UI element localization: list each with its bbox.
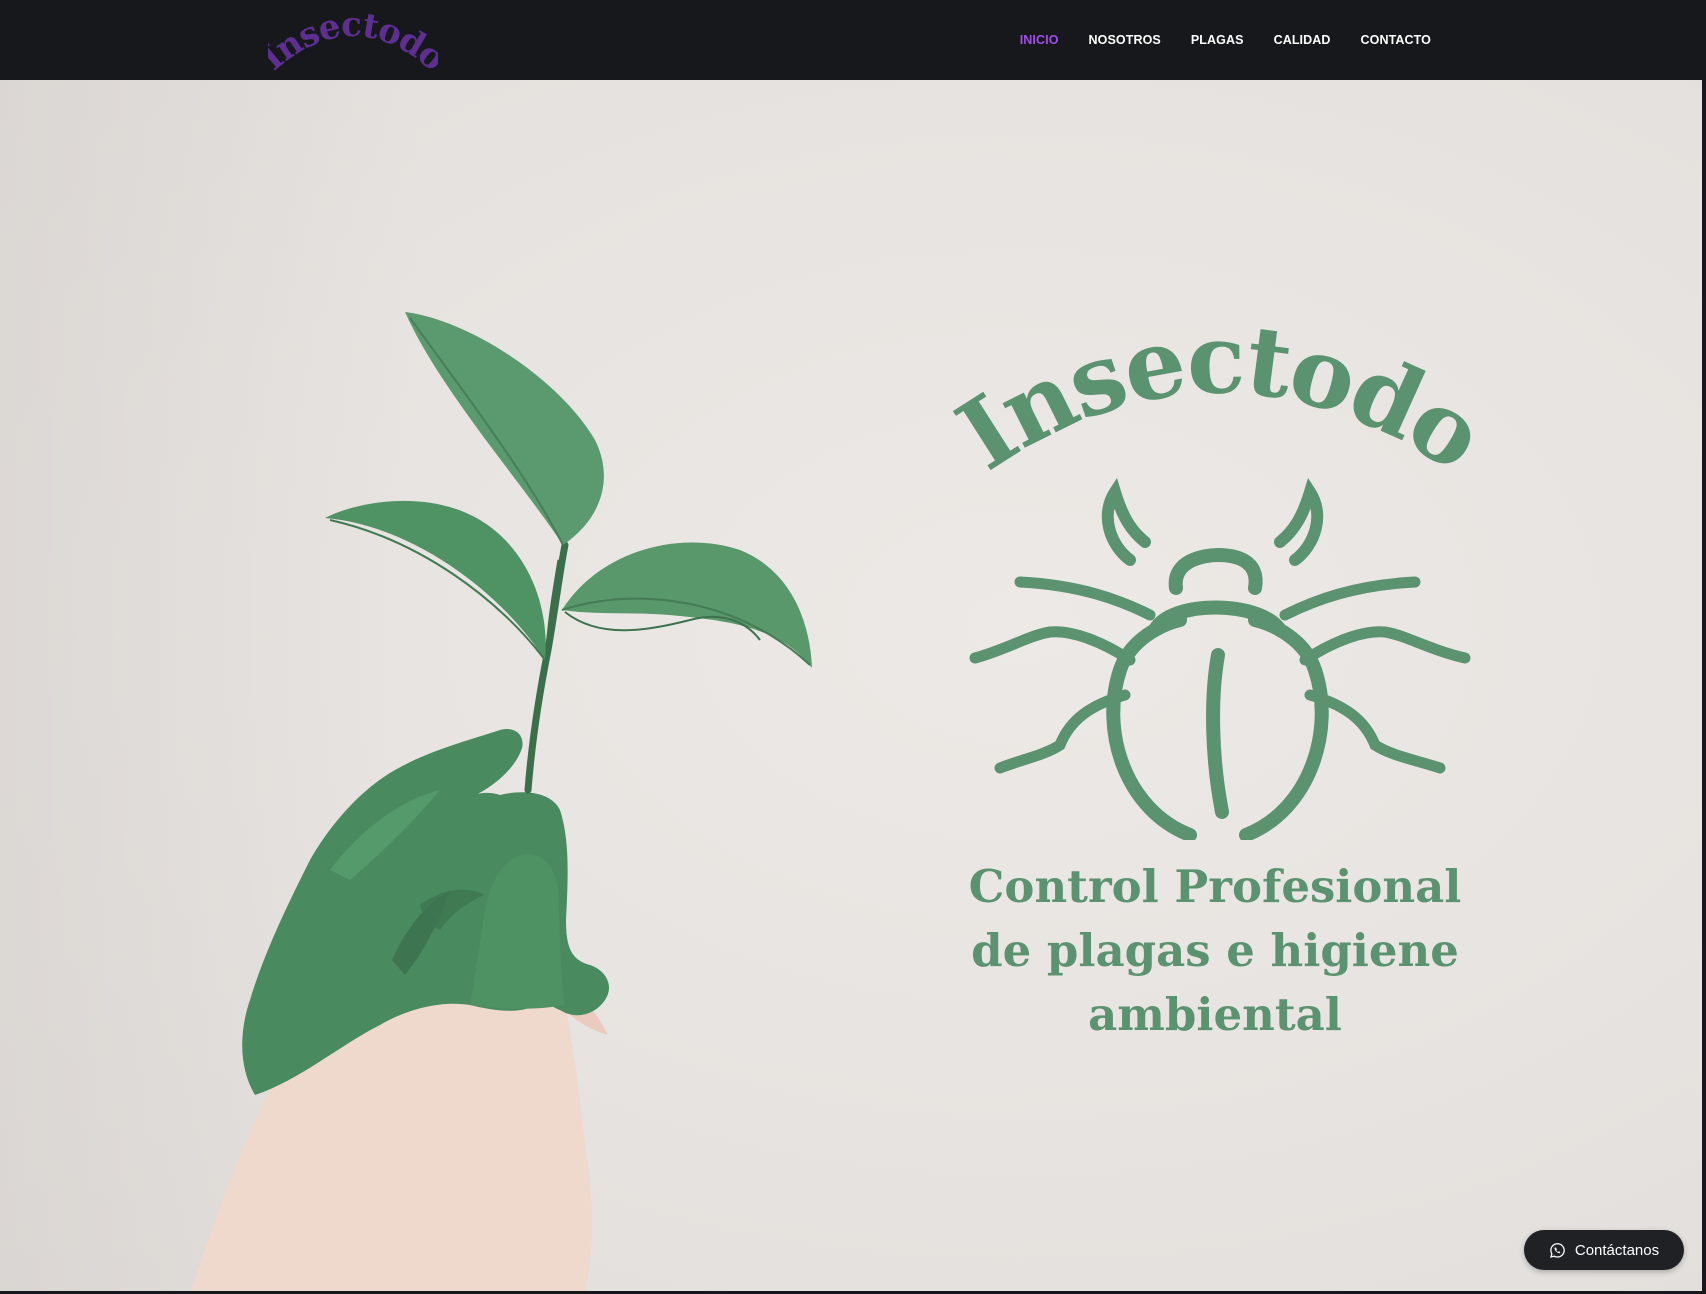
contact-button-label: Contáctanos [1574,1241,1660,1259]
svg-text:Insectodo: Insectodo [268,8,438,74]
nav-plagas[interactable]: PLAGAS [1191,33,1244,47]
whatsapp-contact-button[interactable]: Contáctanos [1524,1230,1684,1270]
hand-holding-plant-image [190,312,812,1294]
nav-contacto[interactable]: CONTACTO [1361,33,1431,47]
svg-text:Insectodo: Insectodo [950,320,1490,492]
whatsapp-icon [1549,1242,1566,1259]
nav-calidad[interactable]: CALIDAD [1274,33,1331,47]
nav-nosotros[interactable]: NOSOTROS [1089,33,1161,47]
top-navbar: Insectodo INICIO NOSOTROS PLAGAS CALIDAD… [0,0,1706,80]
brand-emblem: Insectodo [938,302,1503,845]
nav-inicio[interactable]: INICIO [1020,33,1059,47]
beetle-icon [969,477,1471,842]
hero-tagline: Control Profesional de plagas e higiene … [968,860,1462,1041]
scrollbar[interactable] [1702,80,1706,1294]
logo-text: Insectodo [254,5,453,79]
brand-name: Insectodo [938,302,1503,492]
site-logo[interactable]: Insectodo [254,5,453,79]
main-nav: INICIO NOSOTROS PLAGAS CALIDAD CONTACTO [1020,0,1431,80]
page: Insectodo INICIO NOSOTROS PLAGAS CALIDAD… [0,0,1706,1294]
